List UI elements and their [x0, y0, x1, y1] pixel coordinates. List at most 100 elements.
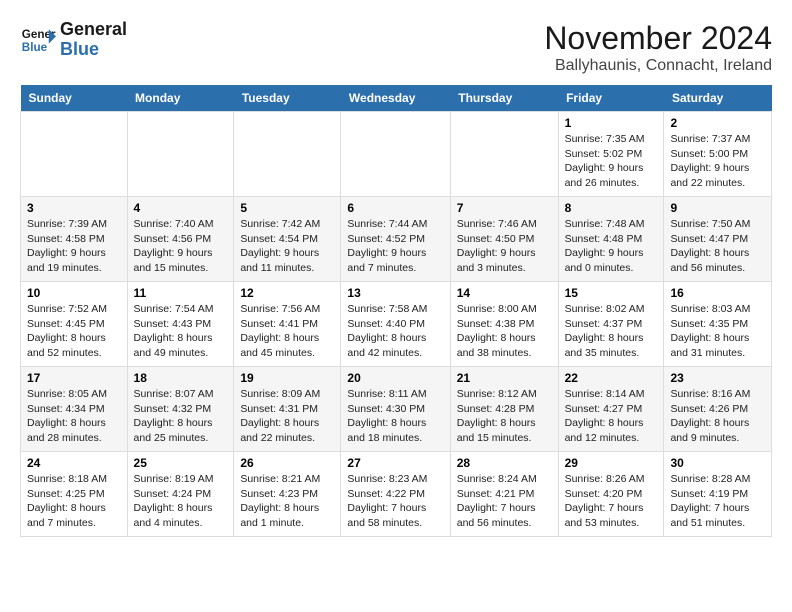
day-number: 9 [670, 201, 765, 215]
day-number: 28 [457, 456, 552, 470]
day-number: 14 [457, 286, 552, 300]
day-number: 16 [670, 286, 765, 300]
day-info: Sunrise: 7:35 AM Sunset: 5:02 PM Dayligh… [565, 132, 658, 191]
calendar-cell: 4 Sunrise: 7:40 AM Sunset: 4:56 PM Daylig… [127, 197, 234, 282]
day-info: Sunrise: 8:11 AM Sunset: 4:30 PM Dayligh… [347, 387, 443, 446]
day-number: 26 [240, 456, 334, 470]
day-info: Sunrise: 7:44 AM Sunset: 4:52 PM Dayligh… [347, 217, 443, 276]
day-number: 25 [134, 456, 228, 470]
weekday-saturday: Saturday [664, 85, 772, 112]
calendar-cell: 30 Sunrise: 8:28 AM Sunset: 4:19 PM Dayli… [664, 452, 772, 537]
calendar-cell: 24 Sunrise: 8:18 AM Sunset: 4:25 PM Dayli… [21, 452, 128, 537]
calendar-week-row: 24 Sunrise: 8:18 AM Sunset: 4:25 PM Dayli… [21, 452, 772, 537]
day-number: 3 [27, 201, 121, 215]
svg-text:Blue: Blue [22, 41, 48, 54]
day-info: Sunrise: 8:07 AM Sunset: 4:32 PM Dayligh… [134, 387, 228, 446]
day-number: 29 [565, 456, 658, 470]
calendar-cell: 3 Sunrise: 7:39 AM Sunset: 4:58 PM Daylig… [21, 197, 128, 282]
day-number: 2 [670, 116, 765, 130]
calendar-cell: 6 Sunrise: 7:44 AM Sunset: 4:52 PM Daylig… [341, 197, 450, 282]
day-number: 10 [27, 286, 121, 300]
day-info: Sunrise: 7:54 AM Sunset: 4:43 PM Dayligh… [134, 302, 228, 361]
day-number: 27 [347, 456, 443, 470]
day-info: Sunrise: 7:37 AM Sunset: 5:00 PM Dayligh… [670, 132, 765, 191]
day-info: Sunrise: 8:05 AM Sunset: 4:34 PM Dayligh… [27, 387, 121, 446]
title-area: November 2024 Ballyhaunis, Connacht, Ire… [544, 20, 772, 75]
calendar-cell: 9 Sunrise: 7:50 AM Sunset: 4:47 PM Daylig… [664, 197, 772, 282]
calendar-cell: 25 Sunrise: 8:19 AM Sunset: 4:24 PM Dayli… [127, 452, 234, 537]
calendar-cell: 23Sunrise: 8:16 AM Sunset: 4:26 PM Dayli… [664, 367, 772, 452]
day-info: Sunrise: 8:19 AM Sunset: 4:24 PM Dayligh… [134, 472, 228, 531]
calendar-cell: 11 Sunrise: 7:54 AM Sunset: 4:43 PM Dayli… [127, 282, 234, 367]
day-info: Sunrise: 7:42 AM Sunset: 4:54 PM Dayligh… [240, 217, 334, 276]
day-number: 15 [565, 286, 658, 300]
day-number: 21 [457, 371, 552, 385]
calendar-cell [127, 112, 234, 197]
day-info: Sunrise: 8:09 AM Sunset: 4:31 PM Dayligh… [240, 387, 334, 446]
calendar-cell: 19 Sunrise: 8:09 AM Sunset: 4:31 PM Dayli… [234, 367, 341, 452]
logo: General Blue General Blue [20, 20, 127, 60]
calendar-week-row: 17 Sunrise: 8:05 AM Sunset: 4:34 PM Dayli… [21, 367, 772, 452]
calendar-cell [341, 112, 450, 197]
day-info: Sunrise: 8:12 AM Sunset: 4:28 PM Dayligh… [457, 387, 552, 446]
day-info: Sunrise: 7:50 AM Sunset: 4:47 PM Dayligh… [670, 217, 765, 276]
logo-text-general: General [60, 20, 127, 40]
calendar-cell: 5 Sunrise: 7:42 AM Sunset: 4:54 PM Daylig… [234, 197, 341, 282]
day-info: Sunrise: 8:03 AM Sunset: 4:35 PM Dayligh… [670, 302, 765, 361]
day-number: 5 [240, 201, 334, 215]
calendar-cell: 14Sunrise: 8:00 AM Sunset: 4:38 PM Dayli… [450, 282, 558, 367]
day-info: Sunrise: 7:39 AM Sunset: 4:58 PM Dayligh… [27, 217, 121, 276]
day-number: 4 [134, 201, 228, 215]
day-info: Sunrise: 8:21 AM Sunset: 4:23 PM Dayligh… [240, 472, 334, 531]
day-info: Sunrise: 7:40 AM Sunset: 4:56 PM Dayligh… [134, 217, 228, 276]
day-number: 11 [134, 286, 228, 300]
calendar-cell: 29 Sunrise: 8:26 AM Sunset: 4:20 PM Dayli… [558, 452, 664, 537]
day-info: Sunrise: 8:26 AM Sunset: 4:20 PM Dayligh… [565, 472, 658, 531]
day-number: 22 [565, 371, 658, 385]
day-number: 6 [347, 201, 443, 215]
calendar-cell: 21 Sunrise: 8:12 AM Sunset: 4:28 PM Dayli… [450, 367, 558, 452]
calendar-cell: 26 Sunrise: 8:21 AM Sunset: 4:23 PM Dayli… [234, 452, 341, 537]
calendar-cell: 16 Sunrise: 8:03 AM Sunset: 4:35 PM Dayli… [664, 282, 772, 367]
calendar-cell: 17 Sunrise: 8:05 AM Sunset: 4:34 PM Dayli… [21, 367, 128, 452]
calendar-cell: 28Sunrise: 8:24 AM Sunset: 4:21 PM Dayli… [450, 452, 558, 537]
weekday-header-row: SundayMondayTuesdayWednesdayThursdayFrid… [21, 85, 772, 112]
calendar-cell: 27Sunrise: 8:23 AM Sunset: 4:22 PM Dayli… [341, 452, 450, 537]
logo-text-blue: Blue [60, 40, 127, 60]
day-info: Sunrise: 7:56 AM Sunset: 4:41 PM Dayligh… [240, 302, 334, 361]
page-header: General Blue General Blue November 2024 … [20, 20, 772, 75]
day-number: 24 [27, 456, 121, 470]
weekday-sunday: Sunday [21, 85, 128, 112]
calendar-cell: 2 Sunrise: 7:37 AM Sunset: 5:00 PM Daylig… [664, 112, 772, 197]
calendar-cell [450, 112, 558, 197]
day-number: 8 [565, 201, 658, 215]
day-info: Sunrise: 8:02 AM Sunset: 4:37 PM Dayligh… [565, 302, 658, 361]
weekday-friday: Friday [558, 85, 664, 112]
day-number: 17 [27, 371, 121, 385]
day-info: Sunrise: 7:52 AM Sunset: 4:45 PM Dayligh… [27, 302, 121, 361]
day-number: 18 [134, 371, 228, 385]
calendar-cell: 18 Sunrise: 8:07 AM Sunset: 4:32 PM Dayli… [127, 367, 234, 452]
day-number: 13 [347, 286, 443, 300]
day-number: 19 [240, 371, 334, 385]
calendar-table: SundayMondayTuesdayWednesdayThursdayFrid… [20, 85, 772, 537]
calendar-cell: 1Sunrise: 7:35 AM Sunset: 5:02 PM Daylig… [558, 112, 664, 197]
calendar-week-row: 1Sunrise: 7:35 AM Sunset: 5:02 PM Daylig… [21, 112, 772, 197]
day-number: 30 [670, 456, 765, 470]
calendar-cell: 22Sunrise: 8:14 AM Sunset: 4:27 PM Dayli… [558, 367, 664, 452]
calendar-cell: 20 Sunrise: 8:11 AM Sunset: 4:30 PM Dayli… [341, 367, 450, 452]
calendar-cell [234, 112, 341, 197]
day-number: 23 [670, 371, 765, 385]
day-info: Sunrise: 7:58 AM Sunset: 4:40 PM Dayligh… [347, 302, 443, 361]
day-info: Sunrise: 8:18 AM Sunset: 4:25 PM Dayligh… [27, 472, 121, 531]
weekday-tuesday: Tuesday [234, 85, 341, 112]
day-number: 12 [240, 286, 334, 300]
weekday-monday: Monday [127, 85, 234, 112]
calendar-cell: 7Sunrise: 7:46 AM Sunset: 4:50 PM Daylig… [450, 197, 558, 282]
calendar-cell: 8Sunrise: 7:48 AM Sunset: 4:48 PM Daylig… [558, 197, 664, 282]
day-info: Sunrise: 8:28 AM Sunset: 4:19 PM Dayligh… [670, 472, 765, 531]
location-title: Ballyhaunis, Connacht, Ireland [544, 57, 772, 75]
calendar-week-row: 10 Sunrise: 7:52 AM Sunset: 4:45 PM Dayli… [21, 282, 772, 367]
day-number: 20 [347, 371, 443, 385]
calendar-week-row: 3 Sunrise: 7:39 AM Sunset: 4:58 PM Daylig… [21, 197, 772, 282]
